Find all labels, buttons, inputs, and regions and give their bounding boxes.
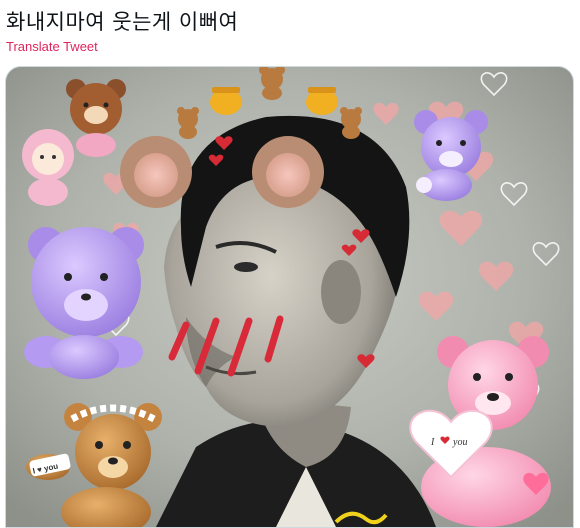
right-bear-caption-i: I (430, 437, 435, 448)
purple-bear-sticker (24, 227, 144, 379)
tweet-text: 화내지마여 웃는게 이뻐여 (6, 10, 239, 34)
portrait-collage: I ♥ you I you (6, 67, 573, 527)
pink-hood-bear-sticker (22, 129, 74, 206)
right-bear-caption-you: you (452, 437, 467, 448)
translate-tweet-link[interactable]: Translate Tweet (6, 39, 98, 54)
tweet-media-image[interactable]: I ♥ you I you (5, 66, 574, 528)
ear (321, 260, 361, 324)
